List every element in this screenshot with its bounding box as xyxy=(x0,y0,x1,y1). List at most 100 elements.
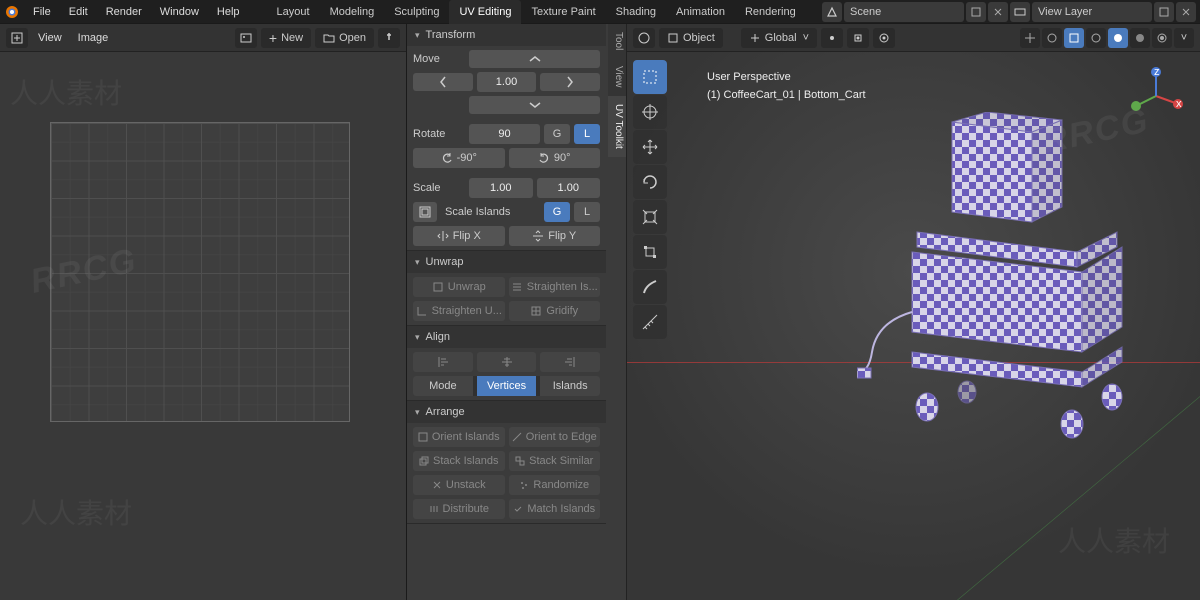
distribute-button[interactable]: Distribute xyxy=(413,499,505,519)
scene-browse-icon[interactable] xyxy=(966,2,986,22)
randomize-button[interactable]: Randomize xyxy=(509,475,601,495)
menu-edit[interactable]: Edit xyxy=(60,0,97,24)
shading-rendered[interactable] xyxy=(1152,28,1172,48)
menu-file[interactable]: File xyxy=(24,0,60,24)
viewlayer-field[interactable]: View Layer xyxy=(1032,2,1152,22)
scene-field[interactable]: Scene xyxy=(844,2,964,22)
match-islands-button[interactable]: Match Islands xyxy=(509,499,601,519)
scale-g-button[interactable]: G xyxy=(544,202,570,222)
rotate-g-button[interactable]: G xyxy=(544,124,570,144)
rotate-cw-button[interactable]: 90° xyxy=(509,148,601,168)
tool-select-box[interactable] xyxy=(633,60,667,94)
move-up-button[interactable] xyxy=(469,50,600,68)
menu-help[interactable]: Help xyxy=(208,0,249,24)
rotate-l-button[interactable]: L xyxy=(574,124,600,144)
viewlayer-name: View Layer xyxy=(1038,6,1092,18)
move-right-button[interactable] xyxy=(540,73,600,91)
editor-type-dropdown[interactable] xyxy=(6,28,28,48)
tab-layout[interactable]: Layout xyxy=(267,0,320,24)
move-down-button[interactable] xyxy=(469,96,600,114)
uv-view-menu[interactable]: View xyxy=(32,26,68,50)
shading-wireframe[interactable] xyxy=(1086,28,1106,48)
new-image-button[interactable]: +New xyxy=(261,28,311,48)
align-vertices-button[interactable]: Vertices xyxy=(477,376,537,396)
rotate-ccw-button[interactable]: -90° xyxy=(413,148,505,168)
orient-islands-button[interactable]: Orient Islands xyxy=(413,427,505,447)
tool-cursor[interactable] xyxy=(633,95,667,129)
gridify-button[interactable]: Gridify xyxy=(509,301,601,321)
orient-edge-button[interactable]: Orient to Edge xyxy=(509,427,601,447)
scene-close-icon[interactable] xyxy=(988,2,1008,22)
tab-sculpting[interactable]: Sculpting xyxy=(384,0,449,24)
tool-rotate[interactable] xyxy=(633,165,667,199)
arrange-header[interactable]: Arrange xyxy=(407,401,606,423)
mode-dropdown[interactable]: Object xyxy=(659,28,723,48)
uv-image-menu[interactable]: Image xyxy=(72,26,115,50)
stack-islands-button[interactable]: Stack Islands xyxy=(413,451,505,471)
scene-icon[interactable] xyxy=(822,2,842,22)
proportional-dropdown[interactable] xyxy=(873,28,895,48)
tool-scale[interactable] xyxy=(633,200,667,234)
scale-islands-icon xyxy=(413,202,437,222)
flipy-button[interactable]: Flip Y xyxy=(509,226,601,246)
watermark: 人人素材 xyxy=(20,492,132,532)
unwrap-header[interactable]: Unwrap xyxy=(407,251,606,273)
scale-b-field[interactable]: 1.00 xyxy=(537,178,601,198)
align-header[interactable]: Align xyxy=(407,326,606,348)
tool-move[interactable] xyxy=(633,130,667,164)
pin-icon[interactable] xyxy=(378,28,400,48)
align-title: Align xyxy=(426,331,450,343)
tab-animation[interactable]: Animation xyxy=(666,0,735,24)
align-mode-button[interactable]: Mode xyxy=(413,376,473,396)
npanel-tab-uvtoolkit[interactable]: UV Toolkit xyxy=(608,96,626,157)
3d-viewport[interactable]: User Perspective (1) CoffeeCart_01 | Bot… xyxy=(627,52,1200,600)
unstack-button[interactable]: Unstack xyxy=(413,475,505,495)
tab-shading[interactable]: Shading xyxy=(606,0,666,24)
menu-render[interactable]: Render xyxy=(97,0,151,24)
tab-texture-paint[interactable]: Texture Paint xyxy=(521,0,605,24)
transform-header[interactable]: Transform xyxy=(407,24,606,46)
viewlayer-close-icon[interactable] xyxy=(1176,2,1196,22)
open-image-button[interactable]: Open xyxy=(315,28,374,48)
unwrap-button[interactable]: Unwrap xyxy=(413,277,505,297)
editor-type-3d-dropdown[interactable] xyxy=(633,28,655,48)
uv-canvas[interactable]: 人人素材 RRCG 人人素材 xyxy=(0,52,406,600)
snap-dropdown[interactable] xyxy=(847,28,869,48)
overlay-toggle[interactable] xyxy=(1042,28,1062,48)
shading-matpreview[interactable] xyxy=(1130,28,1150,48)
straighten-islands-button[interactable]: Straighten Is... xyxy=(509,277,601,297)
mode-label: Object xyxy=(683,32,715,44)
viewlayer-browse-icon[interactable] xyxy=(1154,2,1174,22)
scale-a-field[interactable]: 1.00 xyxy=(469,178,533,198)
align-center-button[interactable] xyxy=(477,352,537,372)
tab-modeling[interactable]: Modeling xyxy=(320,0,385,24)
straighten-u-button[interactable]: Straighten U... xyxy=(413,301,505,321)
tool-annotate[interactable] xyxy=(633,270,667,304)
shading-solid[interactable] xyxy=(1108,28,1128,48)
move-value-field[interactable]: 1.00 xyxy=(477,72,537,92)
viewlayer-icon[interactable] xyxy=(1010,2,1030,22)
rotate-value-field[interactable]: 90 xyxy=(469,124,540,144)
image-browse-dropdown[interactable] xyxy=(235,28,257,48)
align-left-button[interactable] xyxy=(413,352,473,372)
gizmo-toggle[interactable] xyxy=(1020,28,1040,48)
npanel-tab-tool[interactable]: Tool xyxy=(608,24,626,58)
npanel-tab-view[interactable]: View xyxy=(608,58,626,96)
tool-measure[interactable] xyxy=(633,305,667,339)
menu-window[interactable]: Window xyxy=(151,0,208,24)
align-right-button[interactable] xyxy=(540,352,600,372)
scale-l-button[interactable]: L xyxy=(574,202,600,222)
tab-rendering[interactable]: Rendering xyxy=(735,0,806,24)
pivot-dropdown[interactable] xyxy=(821,28,843,48)
flipx-button[interactable]: Flip X xyxy=(413,226,505,246)
stack-similar-button[interactable]: Stack Similar xyxy=(509,451,601,471)
shading-dropdown[interactable]: ˅ xyxy=(1174,28,1194,48)
xray-toggle[interactable] xyxy=(1064,28,1084,48)
tab-uv-editing[interactable]: UV Editing xyxy=(449,0,521,24)
orientation-dropdown[interactable]: Global˅ xyxy=(741,28,817,48)
align-islands-button[interactable]: Islands xyxy=(540,376,600,396)
svg-text:z: z xyxy=(1154,66,1160,78)
tool-transform[interactable] xyxy=(633,235,667,269)
move-left-button[interactable] xyxy=(413,73,473,91)
scene-name: Scene xyxy=(850,6,881,18)
